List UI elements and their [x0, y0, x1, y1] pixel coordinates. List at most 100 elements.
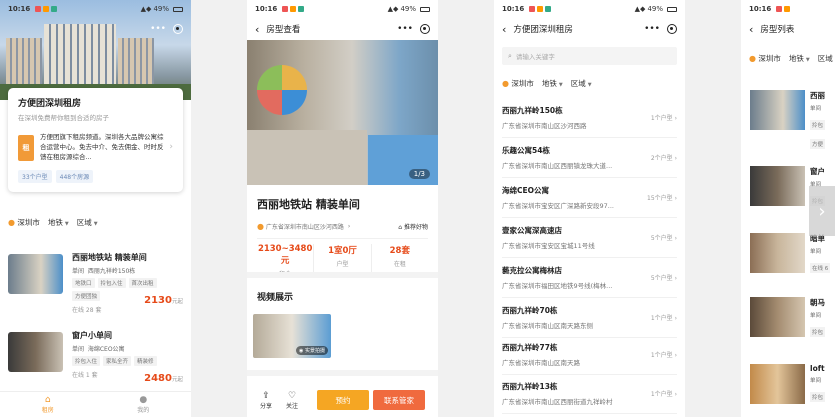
- more-icon[interactable]: •••: [644, 24, 660, 34]
- filter-area[interactable]: 区域: [818, 53, 833, 64]
- filter-city[interactable]: ● 深圳市: [749, 53, 781, 64]
- apartment-item[interactable]: 西丽九祥岭77栋 广东省深圳市南山区南天路 1个户型 ›: [502, 337, 677, 375]
- filter-metro[interactable]: 地铁 ▼: [542, 78, 563, 89]
- apartment-item[interactable]: 西丽九祥岭13栋 广东省深圳市南山区西丽街道九祥岭村 1个户型 ›: [502, 376, 677, 414]
- notification-icon: [35, 6, 42, 12]
- back-arrow-icon[interactable]: ‹: [502, 23, 506, 36]
- page-title: 方便团深圳租房: [513, 25, 573, 35]
- action-bar: ⇪ 分享 ♡ 关注 预约 联系管家: [247, 383, 438, 417]
- phone-room-list: 10:16 ‹ 房型列表 ● 深圳市 地铁▼ 区域 西丽单间拎包方便 窗户单间拎…: [741, 0, 835, 417]
- apartment-item[interactable]: 海绵CEO公寓 广东省深圳市宝安区广深路新安段97... 15个户型 ›: [502, 180, 677, 218]
- brand-description: 方便团旗下租房频道。深圳各大品牌公寓综合运营中心。免去中介、免去佣金、时时反馈在…: [40, 133, 164, 161]
- listing-price: 2480元起: [144, 373, 183, 384]
- video-thumbnail[interactable]: ◉ 实景拍摄: [253, 314, 331, 358]
- listing-card[interactable]: 西丽地铁站 精装单间 单间 西丽九祥岭150栋 地铁口 拎包入住 首次出租 方便…: [8, 252, 183, 314]
- chevron-right-icon: ›: [347, 223, 351, 230]
- floorplan-count: 1个户型 ›: [650, 315, 677, 322]
- more-icon[interactable]: •••: [150, 24, 166, 34]
- filter-area[interactable]: 区域 ▼: [571, 78, 592, 89]
- room-item[interactable]: 西丽 单间 拎包 方便: [750, 90, 835, 149]
- location-pin-icon: ●: [749, 54, 756, 63]
- room-item[interactable]: 朝马 单间 拎包: [750, 297, 835, 337]
- notification-icon: [529, 6, 536, 12]
- back-arrow-icon[interactable]: ‹: [749, 23, 753, 36]
- search-icon: ⌕: [508, 51, 512, 60]
- filter-bar: ● 深圳市 地铁 ▼ 区域 ▼: [502, 78, 592, 89]
- battery-icon: [420, 6, 430, 12]
- capsule-menu[interactable]: •••: [397, 24, 430, 34]
- video-section-title: 视频展示: [257, 293, 294, 303]
- close-miniprogram-icon[interactable]: [173, 24, 183, 34]
- room-item[interactable]: loft 单间 拎包: [750, 364, 835, 404]
- home-icon: ⌂: [44, 395, 51, 405]
- listing-tag: 拎包入住: [97, 278, 126, 288]
- listing-availability: 在线 28 套: [72, 307, 102, 314]
- share-icon: ⇪: [262, 390, 270, 401]
- tab-bar: ⌂ 租房 ● 我的: [0, 391, 191, 417]
- search-input[interactable]: ⌕ 请输入关键字: [502, 47, 677, 65]
- caret-down-icon: ▼: [587, 82, 592, 88]
- status-time: 10:16: [8, 5, 31, 13]
- back-arrow-icon[interactable]: ‹: [255, 23, 259, 36]
- listing-count-badge: 448个房源: [55, 170, 94, 183]
- listing-price: 2130元起: [144, 295, 183, 306]
- screenshot-collage: 10:16 ▲◆ 49% ••• 方便团深圳租房 在深圳免费帮你租到合适的房子 …: [0, 0, 835, 417]
- filter-metro[interactable]: 地铁 ▼: [48, 217, 69, 228]
- mini-program-navbar: ‹ 方便团深圳租房 •••: [494, 18, 685, 40]
- filter-area[interactable]: 区域 ▼: [77, 217, 98, 228]
- apartment-item[interactable]: 壹家公寓深高速店 广东省深圳市宝安区宝城11号线 5个户型 ›: [502, 220, 677, 258]
- floorplan-count: 5个户型 ›: [650, 235, 677, 242]
- capsule-menu[interactable]: •••: [644, 24, 677, 34]
- tab-mine[interactable]: ● 我的: [96, 392, 192, 417]
- listing-tag: 拎包入住: [72, 356, 101, 366]
- status-time: 10:16: [255, 5, 278, 13]
- contact-manager-button[interactable]: 联系管家: [373, 390, 425, 410]
- listing-photo: [8, 332, 63, 372]
- capsule-menu[interactable]: •••: [150, 24, 183, 34]
- book-button[interactable]: 预约: [317, 390, 369, 410]
- photo-counter: 1/3: [408, 169, 430, 179]
- heart-icon: ♡: [287, 390, 297, 401]
- video-badge: ◉ 实景拍摄: [296, 346, 328, 355]
- more-icon[interactable]: •••: [397, 24, 413, 34]
- chevron-right-icon: ›: [169, 142, 173, 152]
- caret-down-icon: ▼: [805, 57, 810, 63]
- mini-program-navbar: •••: [0, 18, 191, 40]
- room-title: 西丽地铁站 精装单间: [257, 198, 360, 211]
- status-bar: 10:16 ▲◆ 49%: [494, 0, 685, 18]
- floorplan-count: 1个户型 ›: [650, 391, 677, 398]
- close-miniprogram-icon[interactable]: [667, 24, 677, 34]
- listing-photo: [8, 254, 63, 294]
- apartment-item[interactable]: 藝克拉公寓梅林店 广东省深圳市福田区地铁9号线(梅林... 5个户型 ›: [502, 260, 677, 298]
- page-title: 房型列表: [760, 25, 795, 35]
- apartment-item[interactable]: 西丽九祥岭70栋 广东省深圳市南山区南天路东侧 1个户型 ›: [502, 300, 677, 338]
- listing-card[interactable]: 窗户小单间 单间 海绵CEO公寓 拎包入住 家私全齐 精装修 在线 1 套 24…: [8, 330, 183, 390]
- battery-level: 49%: [400, 5, 416, 13]
- close-miniprogram-icon[interactable]: [420, 24, 430, 34]
- recommend-link[interactable]: ⌂ 推荐好物: [398, 222, 428, 231]
- listing-name: 西丽地铁站 精装单间: [72, 253, 147, 262]
- location-pin-icon: ●: [502, 79, 509, 88]
- follow-button[interactable]: ♡ 关注: [279, 391, 305, 410]
- filter-city[interactable]: ● 深圳市: [502, 78, 534, 89]
- brand-card[interactable]: 方便团深圳租房 在深圳免费帮你租到合适的房子 租 方便团旗下租房频道。深圳各大品…: [8, 88, 183, 192]
- battery-icon: [173, 6, 183, 12]
- room-item[interactable]: 暗单 单间 在线 6: [750, 233, 835, 273]
- notification-icon: [298, 6, 305, 12]
- notification-icon: [51, 6, 58, 12]
- share-button[interactable]: ⇪ 分享: [253, 391, 279, 410]
- next-slide-arrow[interactable]: ›: [809, 186, 835, 236]
- room-photo: [750, 90, 805, 130]
- apartment-item[interactable]: 乐趣公寓54栋 广东省深圳市南山区西丽镇龙珠大道... 2个户型 ›: [502, 140, 677, 178]
- notification-icon: [784, 6, 791, 12]
- phone-apartment-list: 10:16 ▲◆ 49% ‹ 方便团深圳租房 ••• ⌕ 请输入关键字 ● 深圳市…: [494, 0, 685, 417]
- filter-city[interactable]: ● 深圳市: [8, 217, 40, 228]
- room-address: 广东省深圳市南山区沙河西路: [265, 224, 344, 231]
- apartment-item[interactable]: 西丽九祥岭150栋 广东省深圳市南山区沙河西路 1个户型 ›: [502, 100, 677, 138]
- room-photo-carousel[interactable]: 1/3: [247, 40, 438, 185]
- tab-rent[interactable]: ⌂ 租房: [0, 392, 96, 417]
- filter-metro[interactable]: 地铁 ▼: [789, 53, 810, 64]
- user-icon: ●: [139, 395, 148, 405]
- room-address-row[interactable]: ● 广东省深圳市南山区沙河西路 › ⌂ 推荐好物: [257, 222, 428, 231]
- brand-title: 方便团深圳租房: [18, 99, 82, 109]
